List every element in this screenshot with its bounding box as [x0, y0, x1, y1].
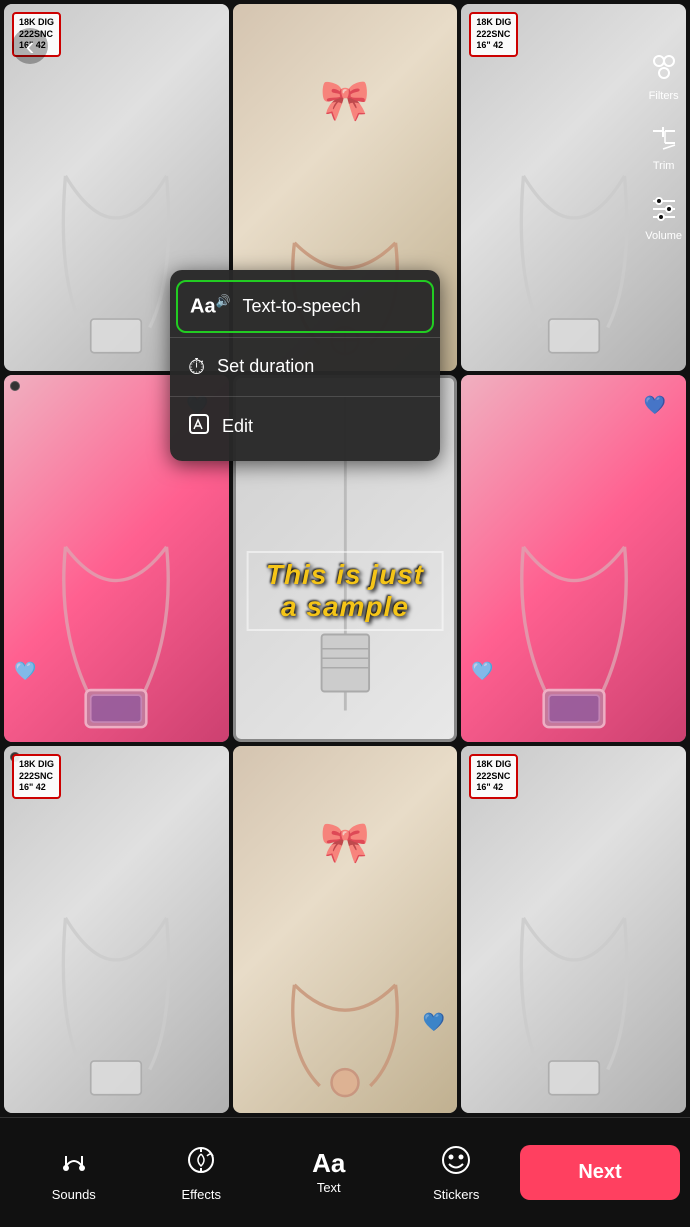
- edit-label: Edit: [222, 416, 253, 437]
- effects-label: Effects: [181, 1187, 221, 1202]
- volume-label: Volume: [645, 230, 682, 242]
- menu-divider-1: [170, 337, 440, 338]
- trim-label: Trim: [653, 160, 675, 172]
- next-button[interactable]: Next: [520, 1145, 680, 1200]
- overlay-text: This is just a sample: [266, 559, 424, 622]
- trim-button[interactable]: Trim: [646, 120, 682, 172]
- text-label: Text: [317, 1180, 341, 1195]
- filters-label: Filters: [649, 90, 679, 102]
- set-duration-icon: ⏱: [188, 354, 205, 380]
- stickers-button[interactable]: Stickers: [393, 1144, 521, 1202]
- stickers-icon: [440, 1144, 472, 1183]
- volume-icon: [646, 190, 682, 226]
- text-button[interactable]: Aa Text: [265, 1150, 393, 1195]
- set-duration-menu-item[interactable]: ⏱ Set duration: [170, 340, 440, 394]
- text-to-speech-menu-item[interactable]: Aa🔊 Text-to-speech: [176, 280, 434, 333]
- clip-bot-right[interactable]: 18K DIG 222SNC 16" 42: [461, 746, 686, 1113]
- clip-bot-center[interactable]: 🎀 💙: [233, 746, 458, 1113]
- text-overlay[interactable]: This is just a sample: [247, 551, 444, 631]
- volume-button[interactable]: Volume: [645, 190, 682, 242]
- price-tag-tr: 18K DIG 222SNC 16" 42: [469, 12, 518, 57]
- menu-divider-2: [170, 396, 440, 397]
- back-icon: ‹: [26, 31, 35, 62]
- edit-icon: [188, 413, 210, 441]
- filters-icon: [646, 50, 682, 86]
- tts-icon: Aa🔊: [190, 294, 231, 319]
- clip-bot-left[interactable]: 18K DIG 222SNC 16" 42: [4, 746, 229, 1113]
- back-button[interactable]: ‹: [12, 28, 48, 64]
- effects-button[interactable]: Effects: [138, 1144, 266, 1202]
- sounds-icon: [58, 1144, 90, 1183]
- ribbon-icon: 🎀: [320, 77, 370, 124]
- right-toolbar: Filters Trim: [645, 50, 682, 242]
- sounds-label: Sounds: [52, 1187, 96, 1202]
- effects-icon: [185, 1144, 217, 1183]
- sticker-bc-1: 💙: [423, 1012, 445, 1033]
- sounds-button[interactable]: Sounds: [10, 1144, 138, 1202]
- context-menu: Aa🔊 Text-to-speech ⏱ Set duration Edit: [170, 270, 440, 461]
- sticker-ml-2: 🩵: [14, 661, 36, 682]
- text-icon: Aa: [312, 1150, 345, 1176]
- video-grid: 18K DIG 222SNC 16" 42 🎀: [0, 0, 690, 1117]
- sticker-mr-2: 🩵: [471, 661, 493, 682]
- bottom-toolbar: Sounds Effects Aa Text Stickers: [0, 1117, 690, 1227]
- filters-button[interactable]: Filters: [646, 50, 682, 102]
- set-duration-label: Set duration: [217, 356, 314, 377]
- sticker-mr-1: 💙: [644, 395, 666, 416]
- edit-menu-item[interactable]: Edit: [170, 399, 440, 455]
- tts-label: Text-to-speech: [243, 296, 361, 317]
- stickers-label: Stickers: [433, 1187, 479, 1202]
- price-tag-br: 18K DIG 222SNC 16" 42: [469, 754, 518, 799]
- play-indicator-ml: [10, 381, 20, 391]
- ribbon-bot-icon: 🎀: [320, 819, 370, 866]
- trim-icon: [646, 120, 682, 156]
- price-tag-bl: 18K DIG 222SNC 16" 42: [12, 754, 61, 799]
- clip-mid-right[interactable]: 💙 🩵: [461, 375, 686, 742]
